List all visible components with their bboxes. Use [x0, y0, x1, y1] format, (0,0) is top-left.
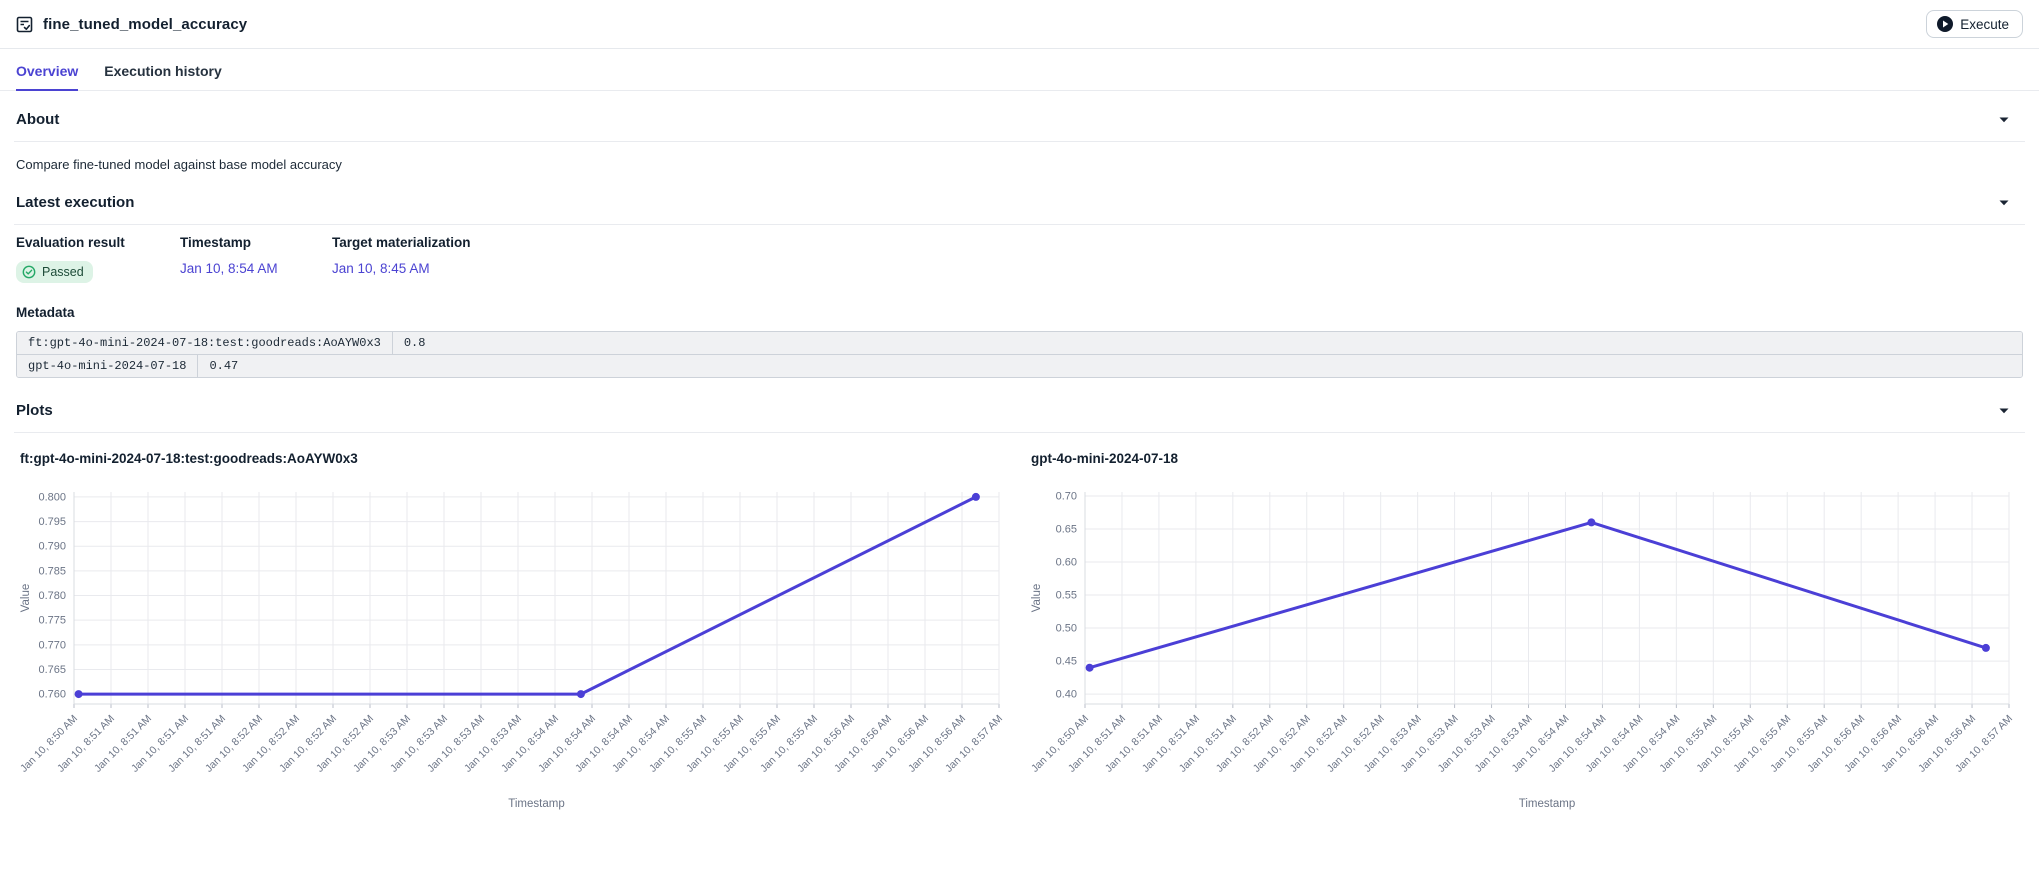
metadata-value: 0.47	[198, 355, 249, 377]
svg-text:0.795: 0.795	[38, 516, 66, 528]
status-badge-label: Passed	[42, 265, 84, 279]
plot-title: ft:gpt-4o-mini-2024-07-18:test:goodreads…	[20, 451, 1013, 466]
svg-text:Timestamp: Timestamp	[1519, 798, 1575, 810]
svg-text:Value: Value	[20, 584, 32, 613]
line-chart-fine-tuned: 0.760 0.765 0.770 0.775 0.780 0.785 0.790 0.795…	[16, 482, 1013, 814]
play-icon	[1937, 16, 1953, 32]
line-chart-base: 0.400.450.500.550.600.650.70Jan 10, 8:50…	[1027, 482, 2023, 814]
page-title: fine_tuned_model_accuracy	[43, 16, 247, 33]
svg-text:0.800: 0.800	[38, 491, 66, 503]
metadata-row: gpt-4o-mini-2024-07-18 0.47	[17, 354, 2022, 377]
about-heading: About	[16, 111, 59, 128]
column-header-timestamp: Timestamp	[180, 235, 332, 250]
section-plots: Plots ft:gpt-4o-mini-2024-07-18:test:goo…	[0, 386, 2039, 814]
chevron-down-icon	[1999, 200, 2009, 206]
asset-check-icon	[16, 16, 33, 33]
tab-bar: Overview Execution history	[0, 49, 2039, 91]
chevron-down-icon	[1999, 408, 2009, 414]
svg-text:0.780: 0.780	[38, 590, 66, 602]
column-header-target-materialization: Target materialization	[332, 235, 2023, 250]
svg-text:0.775: 0.775	[38, 615, 66, 627]
metadata-block: Metadata ft:gpt-4o-mini-2024-07-18:test:…	[0, 285, 2039, 386]
metadata-key: ft:gpt-4o-mini-2024-07-18:test:goodreads…	[17, 332, 393, 354]
svg-text:0.785: 0.785	[38, 565, 66, 577]
status-badge-passed: Passed	[16, 261, 93, 283]
section-latest-execution: Latest execution Evaluation result Times…	[0, 178, 2039, 386]
svg-text:0.45: 0.45	[1056, 656, 1077, 668]
latest-execution-heading: Latest execution	[16, 194, 134, 211]
svg-text:0.790: 0.790	[38, 541, 66, 553]
metadata-table: ft:gpt-4o-mini-2024-07-18:test:goodreads…	[16, 331, 2023, 378]
svg-text:0.60: 0.60	[1056, 557, 1077, 569]
svg-text:0.40: 0.40	[1056, 689, 1077, 701]
target-materialization-link[interactable]: Jan 10, 8:45 AM	[332, 261, 430, 276]
svg-text:0.50: 0.50	[1056, 623, 1077, 635]
metadata-heading: Metadata	[16, 305, 2023, 320]
execute-button[interactable]: Execute	[1926, 10, 2023, 38]
svg-text:0.70: 0.70	[1056, 490, 1077, 502]
svg-text:0.765: 0.765	[38, 664, 66, 676]
plots-collapse-button[interactable]	[1985, 404, 2023, 418]
metadata-row: ft:gpt-4o-mini-2024-07-18:test:goodreads…	[17, 332, 2022, 354]
tab-execution-history[interactable]: Execution history	[104, 63, 221, 91]
plot-base-model: gpt-4o-mini-2024-07-18 0.40 0.45 0.50 0.55 0…	[1027, 445, 2023, 814]
page-header: fine_tuned_model_accuracy Execute	[0, 0, 2039, 49]
svg-text:0.770: 0.770	[38, 639, 66, 651]
metadata-value: 0.8	[393, 332, 437, 354]
check-circle-icon	[22, 265, 36, 279]
svg-text:Value: Value	[1031, 584, 1043, 613]
tab-overview[interactable]: Overview	[16, 63, 78, 91]
execute-button-label: Execute	[1960, 17, 2009, 32]
about-description: Compare fine-tuned model against base mo…	[0, 142, 2039, 178]
svg-text:0.55: 0.55	[1056, 590, 1077, 602]
plot-fine-tuned-model: ft:gpt-4o-mini-2024-07-18:test:goodreads…	[16, 445, 1013, 814]
plots-heading: Plots	[16, 402, 53, 419]
metadata-key: gpt-4o-mini-2024-07-18	[17, 355, 198, 377]
column-header-evaluation-result: Evaluation result	[16, 235, 180, 250]
section-about: About Compare fine-tuned model against b…	[0, 91, 2039, 178]
latest-execution-collapse-button[interactable]	[1985, 196, 2023, 210]
timestamp-link[interactable]: Jan 10, 8:54 AM	[180, 261, 278, 276]
svg-text:Timestamp: Timestamp	[508, 798, 564, 810]
latest-execution-table: Evaluation result Timestamp Target mater…	[0, 225, 2039, 285]
svg-text:0.760: 0.760	[38, 689, 66, 701]
plots-grid: ft:gpt-4o-mini-2024-07-18:test:goodreads…	[0, 433, 2039, 814]
about-collapse-button[interactable]	[1985, 113, 2023, 127]
chevron-down-icon	[1999, 117, 2009, 123]
svg-text:0.65: 0.65	[1056, 523, 1077, 535]
plot-title: gpt-4o-mini-2024-07-18	[1031, 451, 2023, 466]
